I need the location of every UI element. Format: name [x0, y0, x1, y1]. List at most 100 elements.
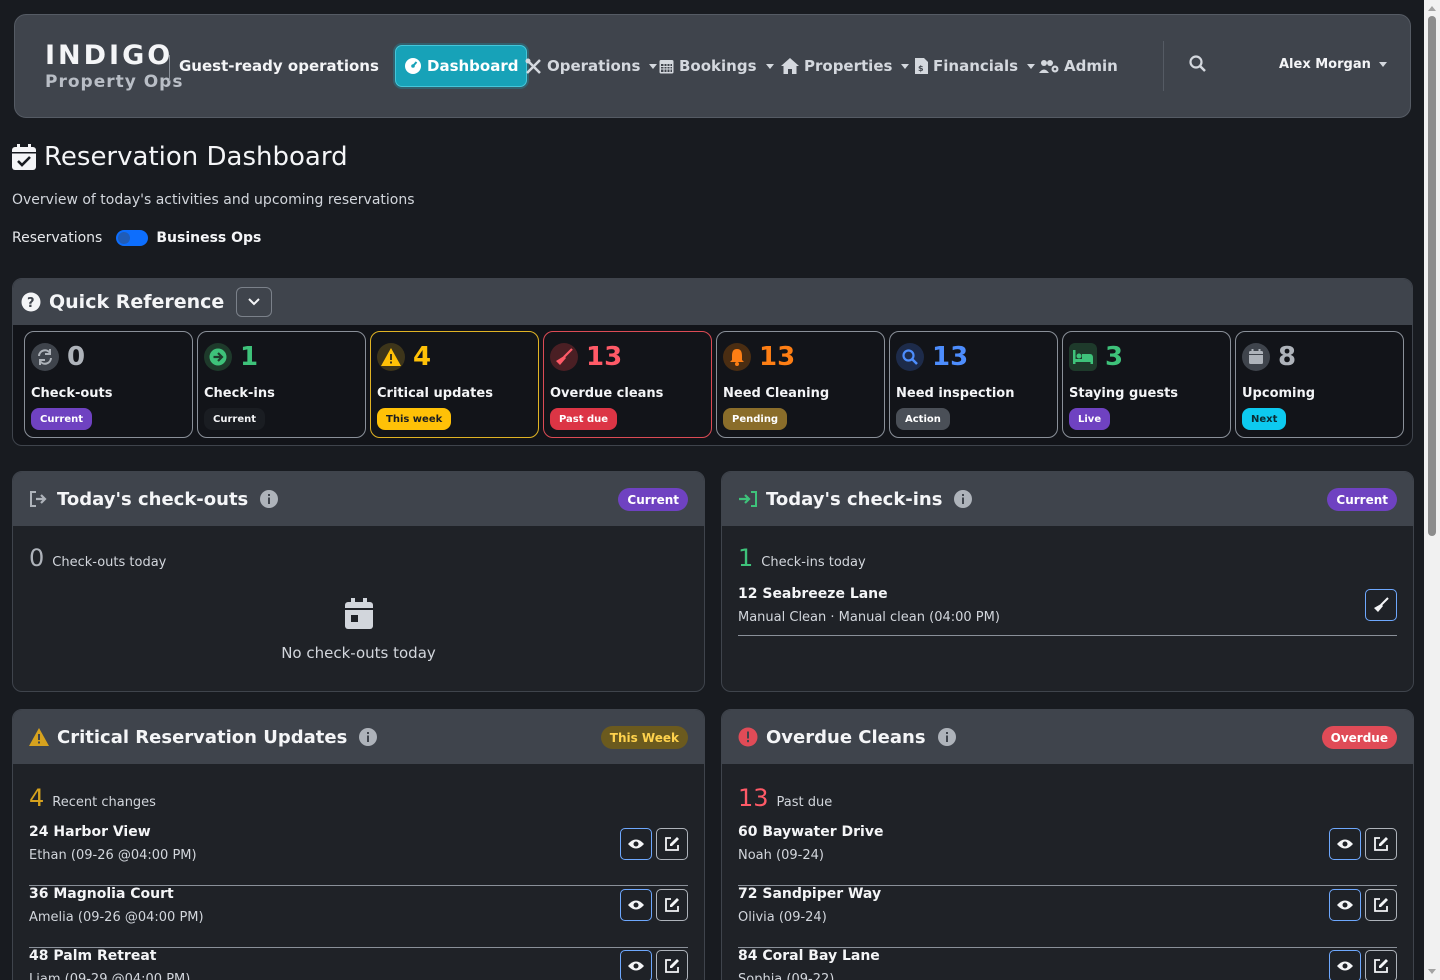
view-button[interactable]	[620, 950, 652, 980]
nav-admin-label: Admin	[1064, 57, 1118, 75]
page-scrollbar[interactable]	[1424, 0, 1440, 980]
overdue-property: 60 Baywater Drive	[738, 824, 884, 840]
overdue-detail: Olivia (09-24)	[738, 910, 827, 925]
qr-pill: This week	[377, 408, 452, 430]
nav-financials[interactable]: $ Financials	[907, 45, 1043, 87]
magnifier-icon	[896, 343, 924, 371]
checkins-title: Today's check-ins	[766, 488, 943, 510]
checkin-property: 12 Seabreeze Lane	[738, 586, 888, 602]
broom-icon	[1374, 597, 1389, 612]
search-button[interactable]	[1189, 55, 1207, 77]
nav-admin[interactable]: Admin	[1031, 45, 1126, 87]
overdue-row[interactable]: 60 Baywater Drive Noah (09-24)	[738, 824, 1397, 886]
qr-pill: Current	[31, 408, 93, 430]
overdue-cleans-title: Overdue Cleans	[766, 726, 926, 748]
checkouts-panel: Today's check-outs Current 0 Check-outs …	[12, 471, 705, 692]
nav-operations[interactable]: Operations	[517, 45, 665, 87]
edit-button[interactable]	[1365, 889, 1397, 921]
quick-reference-cards: 0 Check-outs Current 1 Check-ins Current…	[24, 331, 1404, 438]
critical-property: 48 Palm Retreat	[29, 948, 157, 964]
eye-icon	[1337, 900, 1353, 910]
brand[interactable]: INDIGO Property Ops	[45, 41, 183, 93]
eye-icon	[628, 839, 644, 849]
scroll-down-arrow[interactable]	[1428, 969, 1436, 974]
info-icon[interactable]	[954, 490, 973, 508]
svg-text:$: $	[918, 64, 924, 73]
critical-updates-panel: Critical Reservation Updates This Week 4…	[12, 709, 705, 980]
warning-icon	[377, 343, 405, 371]
overdue-row[interactable]: 72 Sandpiper Way Olivia (09-24)	[738, 886, 1397, 948]
checkouts-count-label: Check-outs today	[52, 555, 167, 570]
overdue-detail: Noah (09-24)	[738, 848, 824, 863]
qr-card-checkins[interactable]: 1 Check-ins Current	[197, 331, 366, 438]
nav-dashboard[interactable]: Dashboard	[395, 45, 528, 87]
qr-label: Upcoming	[1242, 386, 1316, 401]
view-button[interactable]	[1329, 889, 1361, 921]
info-icon[interactable]	[260, 490, 279, 508]
top-navbar: INDIGO Property Ops Guest-ready operatio…	[14, 14, 1411, 118]
eye-icon	[628, 900, 644, 910]
critical-row[interactable]: 36 Magnolia Court Amelia (09-26 @04:00 P…	[29, 886, 688, 948]
edit-button[interactable]	[1365, 828, 1397, 860]
quick-reference-collapse-button[interactable]	[236, 287, 273, 317]
qr-card-need-cleaning[interactable]: 13 Need Cleaning Pending	[716, 331, 885, 438]
qr-pill: Current	[204, 408, 266, 430]
info-icon[interactable]	[937, 728, 956, 746]
invoice-icon: $	[915, 58, 928, 74]
nav-properties[interactable]: Properties	[773, 45, 917, 87]
view-button[interactable]	[1329, 828, 1361, 860]
qr-card-upcoming[interactable]: 8 Upcoming Next	[1235, 331, 1404, 438]
quick-reference-header: ? Quick Reference	[13, 279, 1412, 325]
critical-property: 36 Magnolia Court	[29, 886, 174, 902]
users-gear-icon	[1039, 59, 1059, 73]
critical-updates-badge: This Week	[600, 726, 688, 749]
overdue-cleans-badge: Overdue	[1321, 726, 1397, 749]
mode-toggle[interactable]	[116, 230, 149, 246]
nav-dashboard-label: Dashboard	[427, 57, 519, 75]
clean-button[interactable]	[1365, 589, 1397, 621]
search-icon	[1189, 55, 1206, 72]
overdue-row[interactable]: 84 Coral Bay Lane Sophia (09-22)	[738, 948, 1397, 980]
qr-card-staying-guests[interactable]: 3 Staying guests Live	[1062, 331, 1231, 438]
user-name: Alex Morgan	[1279, 57, 1371, 72]
critical-count-row: 4 Recent changes	[29, 784, 156, 812]
checkouts-count-row: 0 Check-outs today	[29, 544, 166, 572]
scroll-thumb[interactable]	[1428, 16, 1436, 536]
edit-button[interactable]	[656, 889, 688, 921]
qr-count: 13	[932, 342, 969, 372]
edit-icon	[665, 898, 679, 912]
critical-count: 4	[29, 784, 45, 812]
overdue-count-label: Past due	[776, 795, 833, 810]
eye-icon	[1337, 961, 1353, 971]
qr-card-need-inspection[interactable]: 13 Need inspection Action	[889, 331, 1058, 438]
brand-divider	[169, 55, 170, 81]
critical-updates-header: Critical Reservation Updates This Week	[13, 710, 704, 764]
qr-label: Check-outs	[31, 386, 113, 401]
edit-icon	[1374, 959, 1388, 973]
edit-button[interactable]	[656, 828, 688, 860]
info-icon[interactable]	[359, 728, 378, 746]
view-button[interactable]	[620, 828, 652, 860]
chevron-down-icon	[1378, 62, 1387, 67]
quick-reference-title: Quick Reference	[49, 291, 225, 313]
qr-card-checkouts[interactable]: 0 Check-outs Current	[24, 331, 193, 438]
page-title: Reservation Dashboard	[12, 142, 348, 172]
view-button[interactable]	[620, 889, 652, 921]
eye-icon	[628, 961, 644, 971]
view-button[interactable]	[1329, 950, 1361, 980]
qr-card-critical-updates[interactable]: 4 Critical updates This week	[370, 331, 539, 438]
nav-bookings[interactable]: Bookings	[651, 45, 782, 87]
checkins-count: 1	[738, 544, 754, 572]
critical-row[interactable]: 24 Harbor View Ethan (09-26 @04:00 PM)	[29, 824, 688, 886]
checkin-row[interactable]: 12 Seabreeze Lane Manual Clean · Manual …	[738, 586, 1397, 636]
checkins-count-label: Check-ins today	[761, 555, 866, 570]
scroll-up-arrow[interactable]	[1428, 6, 1436, 11]
edit-button[interactable]	[1365, 950, 1397, 980]
critical-row[interactable]: 48 Palm Retreat Liam (09-29 @04:00 PM)	[29, 948, 688, 980]
edit-button[interactable]	[656, 950, 688, 980]
qr-count: 3	[1105, 342, 1124, 372]
checkouts-badge: Current	[618, 488, 688, 511]
user-menu[interactable]: Alex Morgan	[1279, 57, 1387, 72]
sync-icon	[31, 343, 59, 371]
qr-card-overdue-cleans[interactable]: 13 Overdue cleans Past due	[543, 331, 712, 438]
